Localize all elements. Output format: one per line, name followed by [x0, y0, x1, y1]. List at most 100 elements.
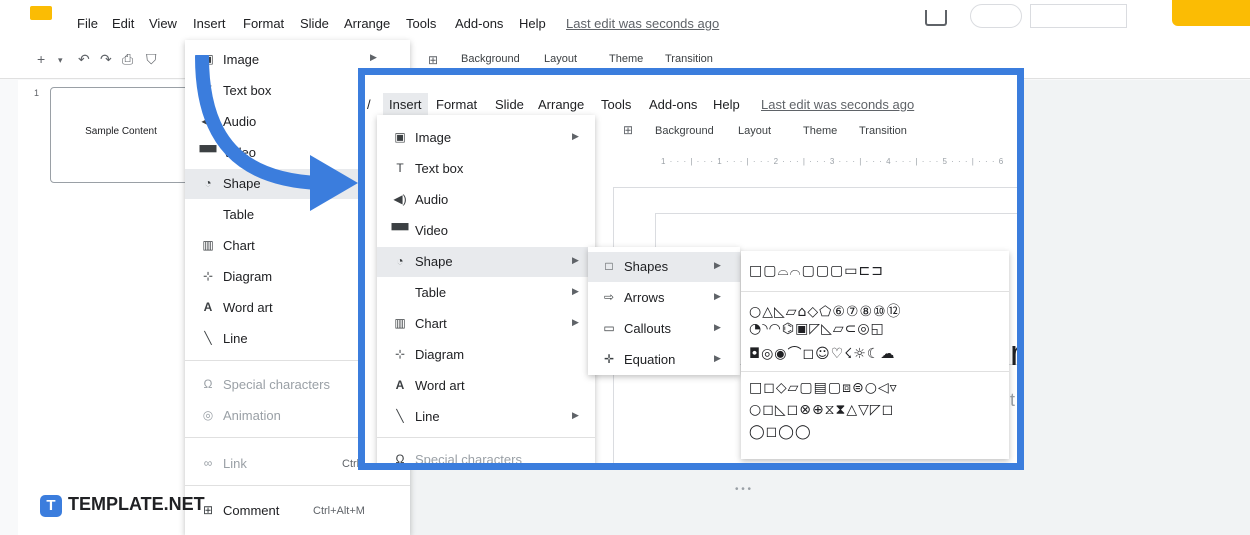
shape-palette-row[interactable]: ◯◻◯◯ — [749, 424, 812, 440]
background-button[interactable]: Background — [461, 53, 520, 65]
zoom-menu-format[interactable]: Format — [436, 97, 477, 112]
zoom-last-edit-link[interactable]: Last edit was seconds ago — [761, 97, 914, 112]
zoom-table-item[interactable]: Table ▶ — [377, 278, 595, 308]
zoom-image-item[interactable]: ▣ Image ▶ — [377, 123, 595, 153]
arrows-item[interactable]: ⇨ Arrows ▶ — [588, 283, 740, 313]
menu-addons[interactable]: Add-ons — [455, 16, 503, 31]
theme-button[interactable]: Theme — [609, 53, 643, 65]
menu-insert[interactable]: Insert — [193, 16, 226, 31]
chevron-right-icon: ▶ — [714, 322, 721, 332]
chevron-right-icon: ▶ — [572, 410, 579, 420]
chevron-right-icon: ▶ — [572, 255, 579, 265]
image-icon: ▣ — [394, 130, 406, 144]
slide-thumbnail[interactable]: Sample Content — [50, 87, 192, 183]
zoom-shape-item[interactable]: ◔ Shape ▶ — [377, 247, 595, 277]
comment-history-icon[interactable] — [925, 10, 947, 26]
chart-icon: ▥ — [394, 316, 406, 330]
shape-submenu: □ Shapes ▶ ⇨ Arrows ▶ ▭ Callouts ▶ ✛ Equation ▶ — [588, 247, 740, 375]
zoom-transition-button[interactable]: Transition — [859, 125, 907, 137]
menu-tools[interactable]: Tools — [406, 16, 436, 31]
zoom-word-art-item[interactable]: A Word art — [377, 371, 595, 401]
menu-format[interactable]: Format — [243, 16, 284, 31]
link-shortcut: Ctrl+K — [342, 458, 358, 470]
chevron-down-icon[interactable]: ▾ — [58, 55, 63, 66]
shapes-item[interactable]: □ Shapes ▶ — [588, 252, 740, 282]
callout-arrow — [195, 55, 358, 211]
shape-palette-row[interactable]: ○◻◺◻⊗⊕⧖⧗△▽◸◻ — [749, 402, 894, 418]
audio-icon: ◀) — [393, 192, 407, 206]
menu-help[interactable]: Help — [519, 16, 546, 31]
zoom-chart-item[interactable]: ▥ Chart ▶ — [377, 309, 595, 339]
zoom-menu-arrange[interactable]: Arrange — [538, 97, 584, 112]
omega-icon: Ω — [203, 377, 213, 391]
menu-file[interactable]: File — [77, 16, 98, 31]
logo-mark: T — [40, 495, 62, 517]
zoom-menu-slide[interactable]: Slide — [495, 97, 524, 112]
transition-button[interactable]: Transition — [665, 53, 713, 65]
paint-format-icon[interactable]: ⛉ — [146, 51, 157, 68]
shapes-palette: □▢⌓⌒▢▢▢▭⊏⊐ ○△◺▱⌂◇⬠⑥⑦⑧⑩⑫ ◔◝◠⌬▣◸◺⏥⊂◎◱ ◘◎◉⌒… — [741, 251, 1009, 459]
menu-edit[interactable]: Edit — [112, 16, 134, 31]
zoom-panel: / Insert Format Slide Arrange Tools Add-… — [358, 68, 1024, 470]
thumbnail-text: Sample Content — [85, 126, 157, 137]
palette-divider — [741, 291, 1009, 292]
ruler: 1 · · · | · · · 1 · · · | · · · 2 · · · … — [661, 157, 1005, 166]
panel-resize-handle[interactable]: • • • — [735, 484, 751, 495]
shape-palette-row[interactable]: ◘◎◉⌒◻☺♡☇☼☾☁ — [749, 343, 895, 363]
insert-comment-item[interactable]: ⊞ Comment Ctrl+Alt+M — [185, 496, 410, 526]
shape-palette-row[interactable]: ○△◺▱⌂◇⬠⑥⑦⑧⑩⑫ — [749, 301, 902, 321]
redo-icon[interactable]: ↷ — [100, 51, 112, 68]
link-icon: ∞ — [203, 456, 213, 470]
zoom-comment-add-icon[interactable]: ⊞ — [623, 123, 633, 137]
zoom-text-box-item[interactable]: T Text box — [377, 154, 595, 184]
text-box-icon: T — [396, 161, 404, 175]
callouts-item[interactable]: ▭ Callouts ▶ — [588, 314, 740, 344]
zoom-menu-addons[interactable]: Add-ons — [649, 97, 697, 112]
line-icon: ╲ — [204, 331, 212, 345]
logo-text: TEMPLATE.NET — [68, 494, 205, 514]
comment-shortcut: Ctrl+Alt+M — [313, 505, 365, 517]
video-icon: ▀▀ — [391, 223, 409, 237]
menu-divider — [377, 437, 595, 438]
zoom-video-item[interactable]: ▀▀ Video — [377, 216, 595, 246]
share-dropdown[interactable] — [1030, 4, 1127, 28]
zoom-background-button[interactable]: Background — [655, 125, 714, 137]
present-button[interactable] — [970, 4, 1022, 28]
equation-item[interactable]: ✛ Equation ▶ — [588, 345, 740, 375]
zoom-line-item[interactable]: ╲ Line ▶ — [377, 402, 595, 432]
chevron-right-icon: ▶ — [714, 291, 721, 301]
chevron-right-icon: ▶ — [572, 131, 579, 141]
palette-divider — [741, 371, 1009, 372]
zoom-menu-insert[interactable]: Insert — [383, 93, 428, 116]
animation-icon: ◎ — [202, 408, 214, 422]
slide-number: 1 — [34, 88, 40, 98]
undo-icon[interactable]: ↶ — [78, 51, 90, 68]
zoom-theme-button[interactable]: Theme — [803, 125, 837, 137]
menu-arrange[interactable]: Arrange — [344, 16, 390, 31]
shape-palette-row[interactable]: ◔◝◠⌬▣◸◺⏥⊂◎◱ — [749, 321, 885, 337]
menu-slide[interactable]: Slide — [300, 16, 329, 31]
print-icon[interactable]: ⎙ — [122, 51, 133, 68]
zoom-special-characters-item[interactable]: Ω Special characters — [377, 445, 595, 463]
menu-view[interactable]: View — [149, 16, 177, 31]
chevron-right-icon: ▶ — [370, 52, 377, 62]
zoom-menu-tools[interactable]: Tools — [601, 97, 631, 112]
layout-button[interactable]: Layout — [544, 53, 577, 65]
diagram-icon: ⊹ — [394, 347, 406, 361]
zoom-layout-button[interactable]: Layout — [738, 125, 771, 137]
zoom-diagram-item[interactable]: ⊹ Diagram — [377, 340, 595, 370]
zoom-menu-help[interactable]: Help — [713, 97, 740, 112]
add-icon[interactable]: + — [37, 51, 45, 67]
plus-icon: ✛ — [603, 352, 615, 366]
line-icon: ╲ — [396, 409, 404, 423]
app-logo-icon — [30, 6, 52, 20]
zoom-audio-item[interactable]: ◀) Audio — [377, 185, 595, 215]
shape-palette-row[interactable]: □◻◇▱▢▤▢⧈⊜○◁▿ — [749, 380, 898, 396]
shape-palette-row[interactable]: □▢⌓⌒▢▢▢▭⊏⊐ — [749, 263, 884, 279]
last-edit-link[interactable]: Last edit was seconds ago — [566, 16, 719, 31]
comment-add-icon[interactable]: ⊞ — [428, 53, 438, 67]
word-art-icon: A — [203, 300, 213, 314]
share-button[interactable] — [1172, 0, 1250, 26]
menu-divider — [185, 485, 410, 486]
zoom-insert-menu: ▣ Image ▶ T Text box ◀) Audio ▀▀ Video ◔ Shape… — [377, 115, 595, 463]
